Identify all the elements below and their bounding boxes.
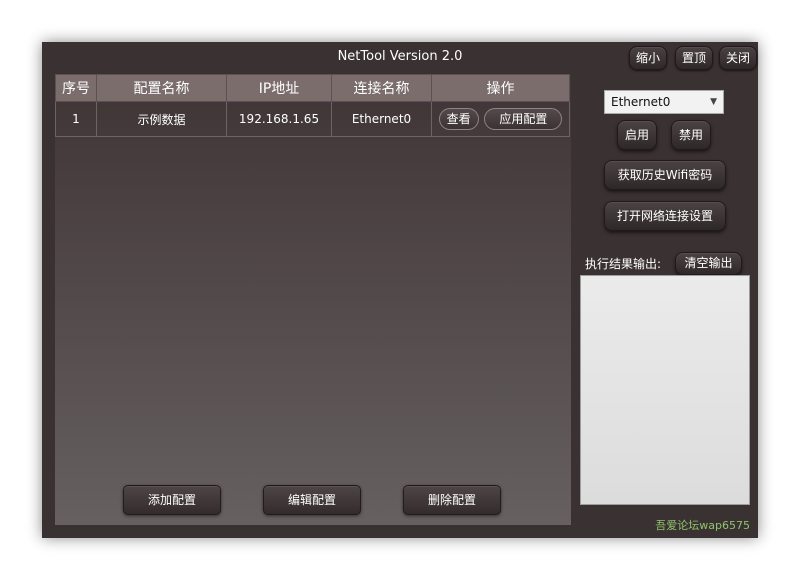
output-label: 执行结果输出: [585,257,662,271]
minimize-button[interactable]: 缩小 [629,46,668,70]
open-network-connections-button[interactable]: 打开网络连接设置 [604,201,726,231]
apply-config-button[interactable]: 应用配置 [484,108,563,130]
close-button[interactable]: 关闭 [719,46,758,70]
adapter-select[interactable]: Ethernet0 ▼ [604,90,724,114]
column-header-ip: IP地址 [226,74,332,102]
row-actions: 查看 应用配置 [431,101,570,137]
delete-config-button[interactable]: 删除配置 [403,485,501,515]
table-header-row: 序号 配置名称 IP地址 连接名称 操作 [55,74,570,102]
column-header-connection: 连接名称 [331,74,432,102]
pin-top-button[interactable]: 置顶 [675,46,714,70]
row-connection-name: Ethernet0 [331,101,432,137]
row-index: 1 [55,101,97,137]
column-header-index: 序号 [55,74,97,102]
config-table: 序号 配置名称 IP地址 连接名称 操作 1 示例数据 192.168.1.65… [55,74,570,137]
column-header-name: 配置名称 [96,74,227,102]
add-config-button[interactable]: 添加配置 [123,485,221,515]
row-config-name: 示例数据 [96,101,227,137]
enable-adapter-button[interactable]: 启用 [617,120,657,150]
column-header-actions: 操作 [431,74,570,102]
app-window: NetTool Version 2.0 缩小 置顶 关闭 序号 配置名称 IP地… [42,42,758,538]
output-textarea[interactable] [580,275,750,505]
chevron-down-icon: ▼ [710,97,717,107]
edit-config-button[interactable]: 编辑配置 [263,485,361,515]
clear-output-button[interactable]: 清空输出 [675,252,742,275]
view-button[interactable]: 查看 [438,108,479,130]
get-wifi-passwords-button[interactable]: 获取历史Wifi密码 [604,160,726,190]
adapter-select-value: Ethernet0 [611,95,671,109]
config-panel: 序号 配置名称 IP地址 连接名称 操作 1 示例数据 192.168.1.65… [55,74,571,525]
row-ip-address: 192.168.1.65 [226,101,332,137]
table-row[interactable]: 1 示例数据 192.168.1.65 Ethernet0 查看 应用配置 [55,101,570,137]
watermark-text: 吾爱论坛wap6575 [655,519,750,532]
disable-adapter-button[interactable]: 禁用 [671,120,711,150]
